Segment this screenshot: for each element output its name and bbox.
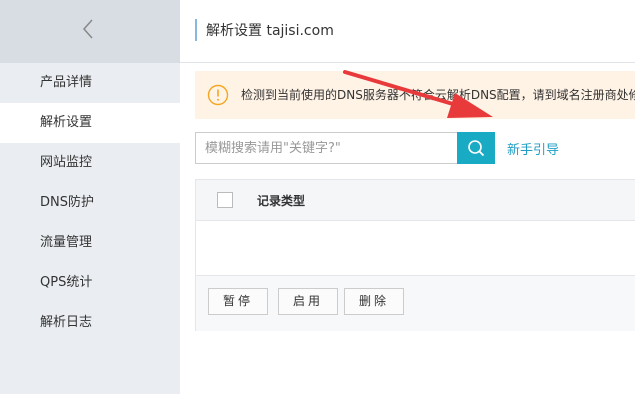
warning-notice: 检测到当前使用的DNS服务器不符合云解析DNS配置，请到域名注册商处修改: [195, 71, 635, 119]
search-input[interactable]: [195, 132, 458, 164]
main-panel: 解析设置 tajisi.com 检测到当前使用的DNS服务器不符合云解析DNS配…: [180, 0, 635, 394]
records-table: 记录类型 暂停 启用 删除: [195, 179, 635, 331]
sidebar-item-traffic-management[interactable]: 流量管理: [0, 223, 180, 263]
table-footer: 暂停 启用 删除: [196, 276, 635, 331]
sidebar-item-dns-settings[interactable]: 解析设置: [0, 103, 180, 143]
warning-circle-icon: [207, 84, 229, 106]
search-icon: [468, 140, 485, 157]
sidebar-header: [0, 0, 180, 63]
chevron-left-icon[interactable]: [82, 18, 94, 40]
sidebar-item-qps-stats[interactable]: QPS统计: [0, 263, 180, 303]
search-button[interactable]: [457, 132, 495, 164]
sidebar: 产品详情 解析设置 网站监控 DNS防护 流量管理 QPS统计 解析日志: [0, 0, 180, 394]
delete-button[interactable]: 删除: [344, 288, 404, 315]
sidebar-item-site-monitoring[interactable]: 网站监控: [0, 143, 180, 183]
column-header-record-type: 记录类型: [257, 194, 306, 208]
table-body-empty: [196, 221, 635, 276]
page-title: 解析设置 tajisi.com: [206, 23, 334, 39]
enable-button[interactable]: 启用: [278, 288, 338, 315]
beginner-guide-link[interactable]: 新手引导: [507, 139, 559, 158]
header-accent-bar: [195, 19, 197, 41]
table-header: 记录类型: [196, 180, 635, 221]
sidebar-nav: 产品详情 解析设置 网站监控 DNS防护 流量管理 QPS统计 解析日志: [0, 63, 180, 343]
sidebar-item-dns-protection[interactable]: DNS防护: [0, 183, 180, 223]
app-window: 产品详情 解析设置 网站监控 DNS防护 流量管理 QPS统计 解析日志 解析设…: [0, 0, 635, 394]
sidebar-item-dns-logs[interactable]: 解析日志: [0, 303, 180, 343]
pause-button[interactable]: 暂停: [208, 288, 268, 315]
notice-text: 检测到当前使用的DNS服务器不符合云解析DNS配置，请到域名注册商处修改: [241, 88, 635, 102]
content-area: 检测到当前使用的DNS服务器不符合云解析DNS配置，请到域名注册商处修改 新手引…: [180, 63, 635, 394]
page-header: 解析设置 tajisi.com: [180, 0, 635, 63]
select-all-checkbox[interactable]: [217, 192, 233, 208]
sidebar-item-product-details[interactable]: 产品详情: [0, 63, 180, 103]
